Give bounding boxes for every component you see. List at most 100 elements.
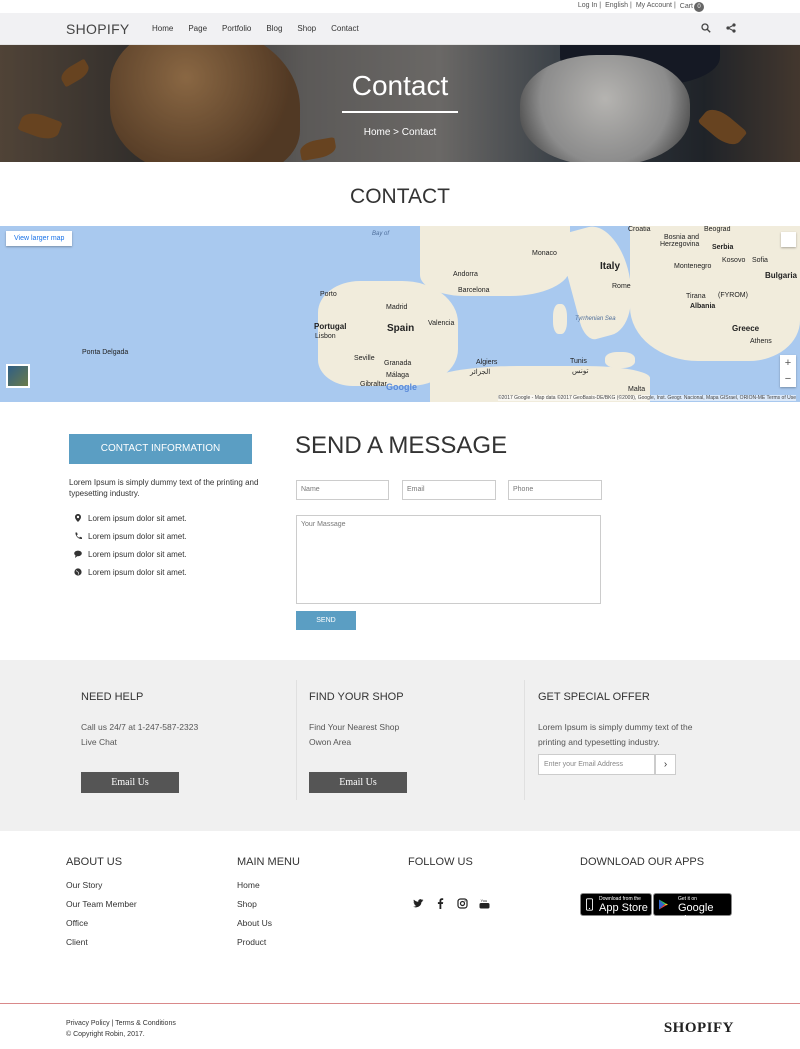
map-land-sardinia <box>553 304 567 334</box>
breadcrumb[interactable]: Home > Contact <box>0 127 800 138</box>
footer-link-our-story[interactable]: Our Story <box>66 880 137 899</box>
list-item: Lorem ipsum dolor sit amet. <box>74 527 187 545</box>
map-label: Seville <box>354 355 375 362</box>
email-field[interactable]: Email <box>402 480 496 500</box>
list-item: Lorem ipsum dolor sit amet. <box>74 509 187 527</box>
help-section: NEED HELP Call us 24/7 at 1-247-587-2323… <box>0 660 800 831</box>
satellite-toggle[interactable] <box>6 364 30 388</box>
footer-link-team[interactable]: Our Team Member <box>66 899 137 918</box>
map-label: Albania <box>690 303 716 310</box>
map-label: Lisbon <box>315 333 336 340</box>
map-label: Barcelona <box>458 287 490 294</box>
zoom-out-button[interactable]: − <box>780 371 796 387</box>
map-label: (FYROM) <box>718 292 748 299</box>
map-label: Valencia <box>428 320 455 327</box>
map-label: Tirana <box>686 293 706 300</box>
cart-link[interactable]: Cart 0 <box>680 2 704 12</box>
download-apps-column: DOWNLOAD OUR APPS <box>580 856 704 880</box>
follow-us-column: FOLLOW US <box>408 856 473 880</box>
special-offer-text: Lorem Ipsum is simply dummy text of the … <box>538 720 692 750</box>
download-apps-title: DOWNLOAD OUR APPS <box>580 856 705 868</box>
map-label: الجزائر <box>470 369 491 376</box>
main-menu-title: MAIN MENU <box>237 856 300 868</box>
map-label: Porto <box>320 291 337 298</box>
phone-field[interactable]: Phone <box>508 480 602 500</box>
my-account-link[interactable]: My Account | <box>636 2 676 12</box>
map-label: Malta <box>628 386 646 393</box>
footer-link-shop[interactable]: Shop <box>237 899 300 918</box>
find-shop-column: FIND YOUR SHOP Find Your Nearest Shop Ow… <box>309 660 509 831</box>
footer-link-client[interactable]: Client <box>66 937 137 956</box>
nav-blog[interactable]: Blog <box>266 24 282 33</box>
email-us-button[interactable]: Email Us <box>81 772 179 793</box>
footer-link-office[interactable]: Office <box>66 918 137 937</box>
facebook-icon[interactable] <box>435 898 446 909</box>
special-offer-line1: Lorem Ipsum is simply dummy text of the <box>538 722 693 732</box>
map-label: تونس <box>572 368 589 375</box>
search-icon[interactable] <box>701 23 711 33</box>
map-label: Herzegovina <box>660 241 700 248</box>
top-bar: Log In | English | My Account | Cart 0 <box>0 0 800 13</box>
about-us-column: ABOUT US Our Story Our Team Member Offic… <box>66 856 137 956</box>
map-label: Serbia <box>712 244 734 251</box>
phone-icon <box>75 532 82 540</box>
nav-page[interactable]: Page <box>188 24 207 33</box>
map-attribution[interactable]: ©2017 Google - Map data ©2017 GeoBasis-D… <box>497 395 796 401</box>
footer-link-product[interactable]: Product <box>237 937 300 956</box>
view-larger-map-link[interactable]: View larger map <box>6 231 73 246</box>
map-land-sicily <box>605 352 635 368</box>
zoom-in-button[interactable]: + <box>780 355 796 371</box>
copyright-text: © Copyright Robin, 2017. <box>66 1031 145 1038</box>
nav-contact[interactable]: Contact <box>331 24 359 33</box>
find-shop-text: Find Your Nearest Shop Owon Area <box>309 720 399 750</box>
list-item: Lorem ipsum dolor sit amet. <box>74 563 187 581</box>
map-label: Italy <box>600 261 621 272</box>
newsletter-submit-button[interactable]: › <box>655 754 676 775</box>
map-label: Ponta Delgada <box>82 349 129 356</box>
message-textarea[interactable]: Your Massage <box>296 515 601 604</box>
map-label: Beograd <box>704 226 731 233</box>
map-label: Sofia <box>752 257 768 264</box>
share-icon[interactable] <box>726 23 736 33</box>
nav-portfolio[interactable]: Portfolio <box>222 24 251 33</box>
contact-info-phone: Lorem ipsum dolor sit amet. <box>88 531 187 541</box>
live-chat-link[interactable]: Live Chat <box>81 735 198 750</box>
newsletter-email-input[interactable]: Enter your Email Address <box>538 754 655 775</box>
list-item: Lorem ipsum dolor sit amet. <box>74 545 187 563</box>
hero-overlay <box>0 45 800 162</box>
nav-shop[interactable]: Shop <box>297 24 316 33</box>
find-shop-line: Find Your Nearest Shop <box>309 722 400 732</box>
google-map[interactable]: Croatia Beograd Bosnia and Herzegovina S… <box>0 226 800 402</box>
footer-link-home[interactable]: Home <box>237 880 300 899</box>
login-link[interactable]: Log In | <box>578 2 601 12</box>
instagram-icon[interactable] <box>457 898 468 909</box>
contact-info-heading: CONTACT INFORMATION <box>69 434 252 464</box>
app-store-button[interactable]: Download from the App Store <box>580 893 652 916</box>
map-label: Monaco <box>532 250 557 257</box>
pegman-icon[interactable] <box>781 232 796 247</box>
twitter-icon[interactable] <box>413 898 424 909</box>
nav-menu: Home Page Portfolio Blog Shop Contact <box>152 24 359 33</box>
map-label: Athens <box>750 338 772 345</box>
need-help-title: NEED HELP <box>81 691 144 703</box>
name-field[interactable]: Name <box>296 480 389 500</box>
map-label: Granada <box>384 360 412 367</box>
contact-info-text: Lorem Ipsum is simply dummy text of the … <box>69 478 259 498</box>
google-play-button[interactable]: Get it on Google play <box>653 893 732 926</box>
map-label: Málaga <box>386 372 409 379</box>
send-button[interactable]: SEND <box>296 611 356 630</box>
nav-home[interactable]: Home <box>152 24 173 33</box>
hero-divider <box>342 111 458 113</box>
chat-icon <box>74 550 82 558</box>
map-label: Madrid <box>386 304 408 311</box>
map-label: Bulgaria <box>765 271 798 280</box>
footer-logo[interactable]: SHOPIFY <box>664 1020 734 1037</box>
privacy-terms-links[interactable]: Privacy Policy | Terms & Conditions <box>66 1018 176 1029</box>
logo[interactable]: SHOPIFY <box>66 21 130 37</box>
contact-section-title: CONTACT <box>350 185 450 208</box>
hero-banner: Contact Home > Contact <box>0 45 800 162</box>
footer-link-about[interactable]: About Us <box>237 918 300 937</box>
youtube-icon[interactable]: You <box>479 898 490 909</box>
shop-email-us-button[interactable]: Email Us <box>309 772 407 793</box>
language-link[interactable]: English | <box>605 2 632 12</box>
